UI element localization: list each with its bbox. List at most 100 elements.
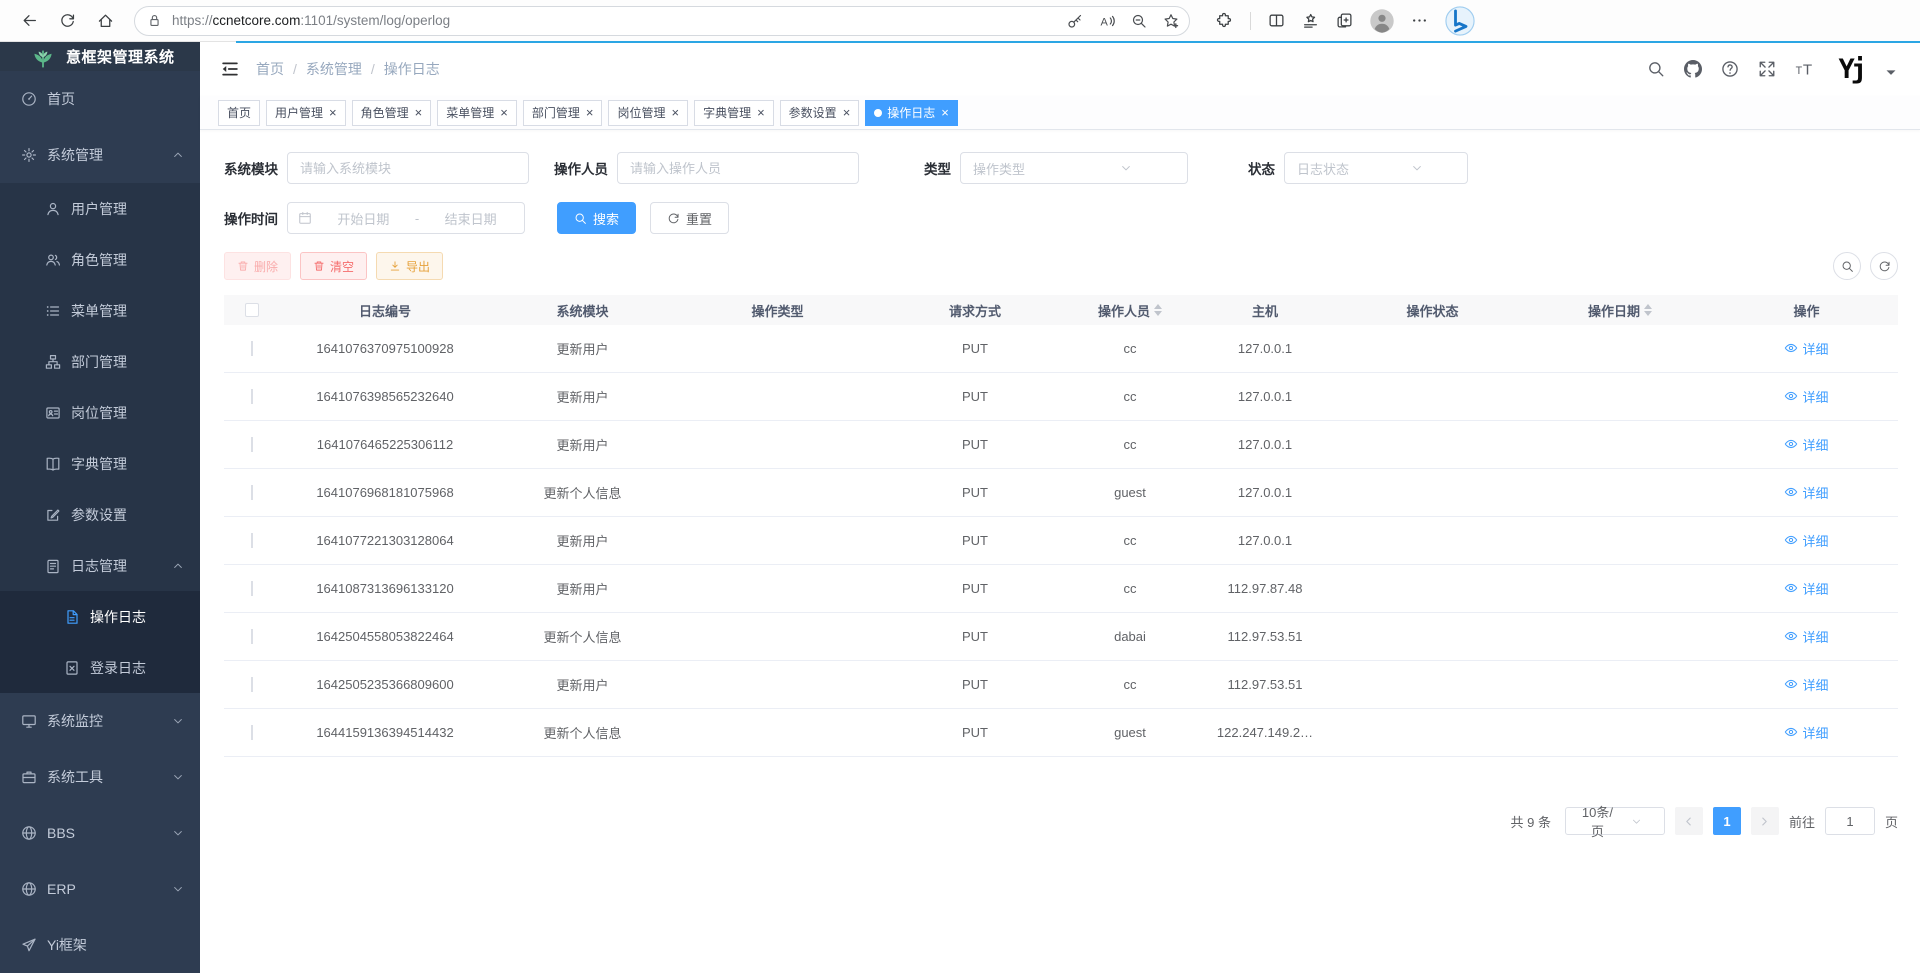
duplicate-tab-icon[interactable] — [1336, 12, 1353, 29]
breadcrumb-item[interactable]: 系统管理 — [284, 59, 362, 79]
row-checkbox[interactable] — [251, 389, 253, 404]
site-info-lock-icon[interactable] — [147, 13, 162, 28]
column-header[interactable]: 操作 — [1715, 301, 1898, 320]
delete-button[interactable]: 删除 — [224, 252, 291, 280]
sidebar-item-post-management[interactable]: 岗位管理 — [0, 387, 200, 438]
breadcrumb-item[interactable]: 操作日志 — [362, 59, 440, 79]
search-button[interactable]: 搜索 — [557, 202, 636, 234]
sidebar-item-log-management[interactable]: 日志管理 — [0, 540, 200, 591]
sidebar-item-system-monitor[interactable]: 系统监控 — [0, 693, 200, 749]
column-header[interactable]: 系统模块 — [490, 301, 675, 320]
favorite-add-icon[interactable] — [1163, 13, 1179, 29]
status-select[interactable]: 日志状态 — [1284, 152, 1468, 184]
row-checkbox[interactable] — [251, 677, 253, 692]
close-tab-icon[interactable]: × — [671, 106, 679, 119]
app-logo[interactable]: 意框架管理系统 — [0, 42, 200, 71]
detail-link[interactable]: 详细 — [1784, 723, 1828, 742]
clear-button[interactable]: 清空 — [300, 252, 367, 280]
detail-link[interactable]: 详细 — [1784, 435, 1828, 454]
bing-chat-icon[interactable] — [1445, 6, 1475, 36]
row-checkbox[interactable] — [251, 533, 253, 548]
detail-link[interactable]: 详细 — [1784, 339, 1828, 358]
column-header-sortable[interactable]: 操作人员 — [1070, 301, 1190, 320]
profile-avatar[interactable] — [1370, 9, 1394, 33]
detail-link[interactable]: 详细 — [1784, 675, 1828, 694]
sidebar-item-yi-framework[interactable]: Yi框架 — [0, 917, 200, 973]
row-checkbox[interactable] — [251, 581, 253, 596]
row-checkbox[interactable] — [251, 485, 253, 500]
select-all-checkbox[interactable] — [245, 303, 259, 317]
sidebar-item-role-management[interactable]: 角色管理 — [0, 234, 200, 285]
key-icon[interactable] — [1067, 13, 1083, 29]
operator-input[interactable] — [617, 152, 859, 184]
tab-operation-log[interactable]: 操作日志 × — [865, 100, 958, 126]
row-checkbox[interactable] — [251, 341, 253, 356]
close-tab-icon[interactable]: × — [757, 106, 765, 119]
tab-role-management[interactable]: 角色管理 × — [352, 100, 432, 126]
split-screen-icon[interactable] — [1268, 12, 1285, 29]
sidebar-item-login-log[interactable]: 登录日志 — [0, 642, 200, 693]
sort-carets-icon[interactable] — [1644, 304, 1652, 316]
row-checkbox[interactable] — [251, 725, 253, 740]
start-date-placeholder[interactable]: 开始日期 — [320, 209, 407, 228]
sidebar-item-operation-log[interactable]: 操作日志 — [0, 591, 200, 642]
tab-param-settings[interactable]: 参数设置 × — [780, 100, 860, 126]
next-page-button[interactable] — [1751, 807, 1779, 835]
item-back-icon[interactable] — [14, 6, 44, 36]
column-header[interactable]: 操作状态 — [1340, 301, 1525, 320]
page-size-select[interactable]: 10条/页 — [1565, 807, 1665, 835]
close-tab-icon[interactable]: × — [329, 106, 337, 119]
sidebar-item-home[interactable]: 首页 — [0, 71, 200, 127]
read-aloud-icon[interactable]: A — [1099, 13, 1115, 29]
close-tab-icon[interactable]: × — [500, 106, 508, 119]
row-checkbox[interactable] — [251, 629, 253, 644]
toggle-search-button[interactable] — [1833, 252, 1861, 280]
sidebar-item-erp[interactable]: ERP — [0, 861, 200, 917]
row-checkbox[interactable] — [251, 437, 253, 452]
column-header[interactable]: 操作类型 — [675, 301, 880, 320]
chevron-down-icon[interactable] — [1882, 63, 1900, 81]
zoom-out-icon[interactable] — [1131, 13, 1147, 29]
extensions-icon[interactable] — [1216, 12, 1233, 29]
column-header[interactable]: 日志编号 — [280, 301, 490, 320]
sidebar-item-dict-management[interactable]: 字典管理 — [0, 438, 200, 489]
refresh-table-button[interactable] — [1870, 252, 1898, 280]
module-input[interactable] — [287, 152, 529, 184]
close-tab-icon[interactable]: × — [941, 106, 949, 119]
item-reload-icon[interactable] — [52, 6, 82, 36]
end-date-placeholder[interactable]: 结束日期 — [427, 209, 514, 228]
help-icon[interactable] — [1721, 60, 1739, 78]
goto-page-input[interactable] — [1825, 807, 1875, 835]
sidebar-item-menu-management[interactable]: 菜单管理 — [0, 285, 200, 336]
browser-menu-icon[interactable] — [1411, 12, 1428, 29]
tab-user-management[interactable]: 用户管理 × — [266, 100, 346, 126]
tab-dict-management[interactable]: 字典管理 × — [694, 100, 774, 126]
column-header-sortable[interactable]: 操作日期 — [1525, 301, 1715, 320]
yj-framework-logo[interactable]: Yj — [1838, 56, 1863, 83]
page-number-button[interactable]: 1 — [1713, 807, 1741, 835]
prev-page-button[interactable] — [1675, 807, 1703, 835]
search-icon[interactable] — [1647, 60, 1665, 78]
url-text[interactable]: https://ccnetcore.com:1101/system/log/op… — [172, 13, 1059, 28]
detail-link[interactable]: 详细 — [1784, 483, 1828, 502]
tab-dept-management[interactable]: 部门管理 × — [523, 100, 603, 126]
tab-post-management[interactable]: 岗位管理 × — [608, 100, 688, 126]
type-select[interactable]: 操作类型 — [960, 152, 1188, 184]
sidebar-item-dept-management[interactable]: 部门管理 — [0, 336, 200, 387]
sidebar-item-system-management[interactable]: 系统管理 — [0, 127, 200, 183]
address-bar[interactable]: https://ccnetcore.com:1101/system/log/op… — [134, 6, 1190, 36]
breadcrumb-item[interactable]: 首页 — [256, 59, 284, 79]
tab-home[interactable]: 首页 — [218, 100, 260, 126]
sidebar-item-system-tools[interactable]: 系统工具 — [0, 749, 200, 805]
fullscreen-icon[interactable] — [1758, 60, 1776, 78]
tab-menu-management[interactable]: 菜单管理 × — [437, 100, 517, 126]
column-header[interactable]: 主机 — [1190, 301, 1340, 320]
export-button[interactable]: 导出 — [376, 252, 443, 280]
detail-link[interactable]: 详细 — [1784, 531, 1828, 550]
font-size-icon[interactable]: TT — [1795, 60, 1813, 78]
sidebar-item-bbs[interactable]: BBS — [0, 805, 200, 861]
detail-link[interactable]: 详细 — [1784, 579, 1828, 598]
sort-carets-icon[interactable] — [1154, 304, 1162, 316]
reset-button[interactable]: 重置 — [650, 202, 729, 234]
sidebar-item-param-settings[interactable]: 参数设置 — [0, 489, 200, 540]
